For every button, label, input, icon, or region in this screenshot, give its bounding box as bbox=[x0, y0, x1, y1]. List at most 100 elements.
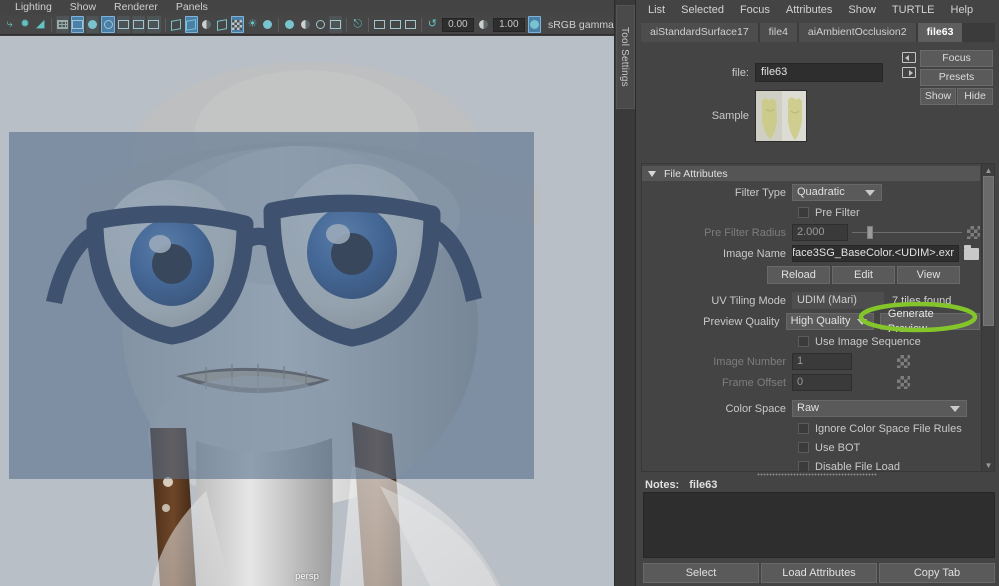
menu-turtle[interactable]: TURTLE bbox=[884, 0, 943, 20]
image-name-input[interactable]: iiStandardSurface3SG_BaseColor.<UDIM>.ex… bbox=[792, 245, 959, 262]
film-gate-icon[interactable] bbox=[70, 16, 85, 33]
grid-icon[interactable] bbox=[55, 16, 69, 33]
smooth-shade-cube-icon[interactable] bbox=[184, 16, 198, 33]
attributes-scroll-area: File Attributes Filter Type Quadratic Pr… bbox=[641, 163, 995, 472]
isolate-select-icon[interactable]: ⎋ bbox=[351, 16, 364, 33]
next-node-icon[interactable] bbox=[902, 67, 916, 78]
section-file-attributes[interactable]: File Attributes bbox=[642, 166, 980, 181]
image-number-connect-icon[interactable] bbox=[897, 355, 910, 368]
color-space-dropdown[interactable]: Raw bbox=[792, 400, 967, 417]
preview-quality-dropdown[interactable]: High Quality bbox=[785, 313, 874, 330]
viewport-3d-canvas[interactable]: persp bbox=[0, 36, 614, 586]
exposure-icon[interactable] bbox=[147, 16, 161, 33]
generate-preview-button[interactable]: Generate Preview bbox=[879, 308, 980, 335]
lighting-bulb-icon[interactable]: ☀ bbox=[246, 16, 259, 33]
ignore-color-space-checkbox[interactable] bbox=[798, 423, 809, 434]
menu-list[interactable]: List bbox=[640, 0, 673, 20]
xray-joints-icon[interactable] bbox=[388, 16, 401, 33]
grid-snap-icon[interactable] bbox=[373, 16, 386, 33]
disable-file-load-checkbox[interactable] bbox=[798, 461, 809, 471]
tab-aistandardsurface17[interactable]: aiStandardSurface17 bbox=[641, 23, 758, 42]
uv-tiling-mode-value[interactable]: UDIM (Mari) bbox=[792, 292, 884, 309]
motion-blur-icon[interactable] bbox=[298, 16, 311, 33]
attributes-scrollbar[interactable]: ▲ ▼ bbox=[981, 164, 994, 471]
antialias-icon[interactable] bbox=[314, 16, 327, 33]
tab-file4[interactable]: file4 bbox=[759, 23, 797, 42]
exposure-value-icon[interactable]: ↺ bbox=[426, 16, 439, 33]
notes-textarea[interactable] bbox=[643, 492, 995, 558]
chevron-down-icon bbox=[856, 318, 867, 325]
row-image-number: Image Number 1 bbox=[642, 352, 980, 371]
camera-name-label: persp bbox=[295, 571, 319, 582]
screen-space-ao-icon[interactable] bbox=[283, 16, 296, 33]
tab-aiambientocclusion2[interactable]: aiAmbientOcclusion2 bbox=[798, 23, 916, 42]
paint-brush-icon[interactable]: ◢ bbox=[34, 16, 47, 33]
frame-offset-input[interactable]: 0 bbox=[792, 374, 852, 391]
menu-panels[interactable]: Panels bbox=[167, 0, 217, 15]
shadow-icon[interactable] bbox=[261, 16, 274, 33]
image-plane-icon[interactable] bbox=[132, 16, 146, 33]
image-number-label: Image Number bbox=[713, 355, 786, 368]
menu-help[interactable]: Help bbox=[943, 0, 982, 20]
chevron-down-icon bbox=[865, 189, 875, 196]
image-number-input[interactable]: 1 bbox=[792, 353, 852, 370]
slider-knob[interactable] bbox=[867, 226, 874, 239]
two-pane-icon[interactable] bbox=[116, 16, 131, 33]
filter-type-value: Quadratic bbox=[797, 186, 845, 198]
xray-active-icon[interactable] bbox=[404, 16, 417, 33]
gamma-value-field[interactable]: 1.00 bbox=[492, 17, 525, 32]
copy-tab-button[interactable]: Copy Tab bbox=[879, 563, 995, 583]
wireframe-on-shaded-icon[interactable] bbox=[215, 16, 228, 33]
viewport-panel: Lighting Show Renderer Panels ⤷ ✹ ◢ ☀ ⎋ … bbox=[0, 0, 614, 586]
menu-attributes[interactable]: Attributes bbox=[778, 0, 840, 20]
frame-offset-connect-icon[interactable] bbox=[897, 376, 910, 389]
reload-button[interactable]: Reload bbox=[767, 265, 830, 284]
use-image-sequence-checkbox[interactable] bbox=[798, 336, 809, 347]
select-tool-icon[interactable]: ⤷ bbox=[3, 16, 16, 33]
exposure-value-field[interactable]: 0.00 bbox=[442, 17, 474, 32]
focus-button[interactable]: Focus bbox=[920, 50, 993, 67]
viewport-menu-bar: Lighting Show Renderer Panels bbox=[0, 0, 614, 15]
snap-magnet-icon[interactable]: ✹ bbox=[18, 16, 31, 33]
uv-tiling-mode-label: UV Tiling Mode bbox=[711, 294, 786, 307]
wireframe-cube-icon[interactable] bbox=[169, 16, 182, 33]
pre-filter-checkbox[interactable] bbox=[798, 207, 809, 218]
textured-icon[interactable] bbox=[230, 16, 244, 33]
menu-show[interactable]: Show bbox=[61, 0, 105, 15]
menu-renderer[interactable]: Renderer bbox=[105, 0, 167, 15]
filter-type-dropdown[interactable]: Quadratic bbox=[792, 184, 882, 201]
resolution-gate-icon[interactable] bbox=[86, 16, 100, 33]
scroll-down-icon[interactable]: ▼ bbox=[982, 459, 994, 471]
edit-button[interactable]: Edit bbox=[832, 265, 895, 284]
panel-resize-handle[interactable] bbox=[757, 473, 877, 476]
disable-file-load-label: Disable File Load bbox=[815, 460, 900, 472]
file-name-input[interactable]: file63 bbox=[755, 63, 883, 82]
folder-browse-icon[interactable] bbox=[964, 244, 979, 260]
menu-focus[interactable]: Focus bbox=[732, 0, 778, 20]
film-origin-icon[interactable] bbox=[101, 16, 115, 33]
selection-highlight-region bbox=[9, 132, 534, 479]
sample-swatch[interactable] bbox=[755, 90, 807, 142]
pre-filter-radius-connect-icon[interactable] bbox=[967, 226, 980, 239]
view-transform-icon[interactable] bbox=[527, 16, 541, 33]
menu-lighting[interactable]: Lighting bbox=[6, 0, 61, 15]
scrollbar-thumb[interactable] bbox=[983, 176, 994, 326]
previous-node-icon[interactable] bbox=[902, 52, 916, 63]
pre-filter-radius-slider[interactable] bbox=[852, 224, 962, 241]
select-button[interactable]: Select bbox=[643, 563, 759, 583]
view-button[interactable]: View bbox=[897, 265, 960, 284]
pre-filter-radius-input[interactable]: 2.000 bbox=[792, 224, 848, 241]
tool-settings-vertical-tab[interactable]: Tool Settings bbox=[614, 0, 636, 586]
scroll-up-icon[interactable]: ▲ bbox=[982, 164, 994, 176]
row-color-space: Color Space Raw bbox=[642, 399, 980, 418]
use-bot-checkbox[interactable] bbox=[798, 442, 809, 453]
flat-shade-icon[interactable] bbox=[200, 16, 213, 33]
presets-button[interactable]: Presets bbox=[920, 69, 993, 86]
menu-show[interactable]: Show bbox=[840, 0, 884, 20]
xray-icon[interactable] bbox=[328, 16, 343, 33]
menu-selected[interactable]: Selected bbox=[673, 0, 732, 20]
load-attributes-button[interactable]: Load Attributes bbox=[761, 563, 877, 583]
gamma-icon[interactable] bbox=[477, 16, 490, 33]
attribute-editor-menu-bar: List Selected Focus Attributes Show TURT… bbox=[637, 0, 999, 20]
tab-file63[interactable]: file63 bbox=[917, 23, 963, 42]
